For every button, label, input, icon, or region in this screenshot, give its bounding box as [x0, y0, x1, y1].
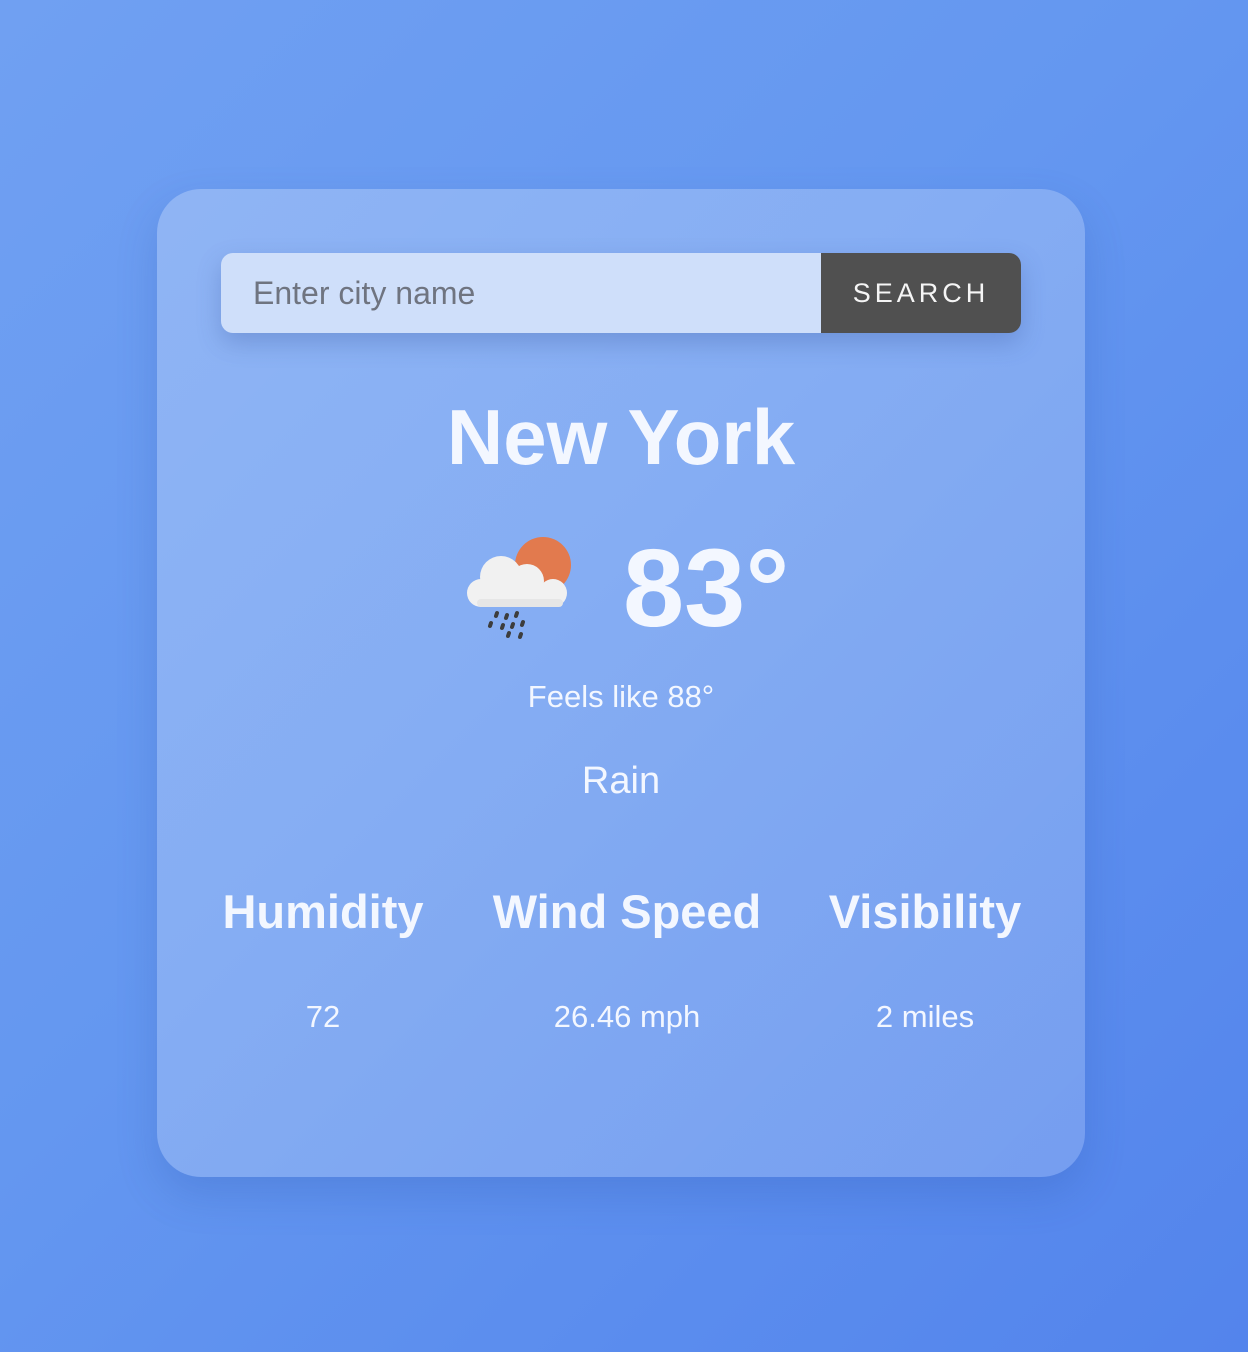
humidity-stat: Humidity 72 [193, 881, 453, 1037]
humidity-label: Humidity [222, 885, 424, 938]
search-bar: SEARCH [221, 253, 1021, 333]
search-button[interactable]: SEARCH [821, 253, 1021, 333]
visibility-label: Visibility [828, 885, 1022, 938]
humidity-value: 72 [305, 999, 341, 1034]
weather-card: SEARCH New York [157, 189, 1085, 1177]
temperature-row: 83° [157, 529, 1085, 649]
visibility-stat: Visibility 2 miles [795, 881, 1055, 1037]
wind-speed-label: Wind Speed [492, 885, 762, 938]
city-name: New York [446, 393, 796, 481]
visibility-value: 2 miles [875, 999, 975, 1034]
sun-behind-rain-cloud-icon [467, 537, 571, 639]
feels-like-text: Feels like 88° [527, 679, 715, 714]
temperature-value: 83° [623, 527, 790, 650]
wind-speed-value: 26.46 mph [553, 999, 701, 1034]
wind-speed-stat: Wind Speed 26.46 mph [477, 881, 777, 1037]
weather-condition: Rain [581, 760, 661, 802]
city-search-input[interactable] [221, 253, 821, 333]
